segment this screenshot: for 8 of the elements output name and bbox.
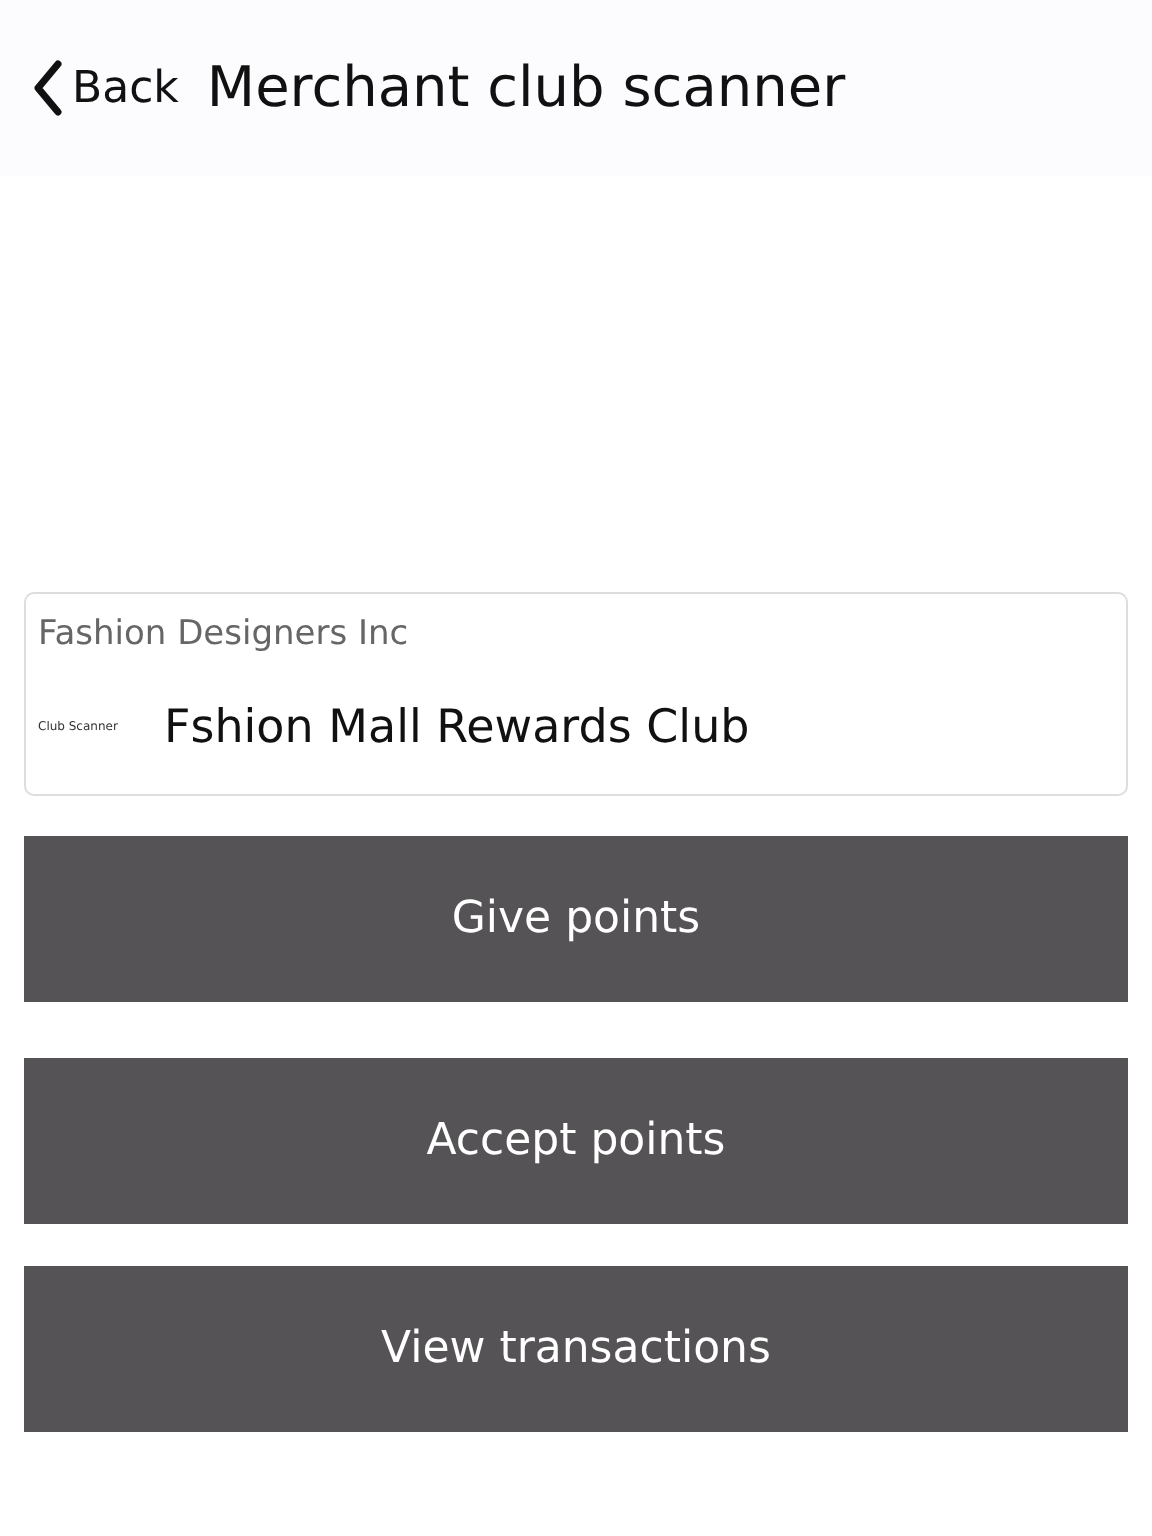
- back-button[interactable]: Back: [32, 55, 179, 121]
- club-name: Fshion Mall Rewards Club: [164, 699, 750, 757]
- action-button[interactable]: Give points: [24, 836, 1128, 1002]
- merchant-name: Fashion Designers Inc: [38, 614, 409, 654]
- action-button[interactable]: Accept points: [24, 1058, 1128, 1224]
- chevron-left-icon: [32, 60, 64, 116]
- page-title: Merchant club scanner: [206, 54, 846, 122]
- action-button[interactable]: View transactions: [24, 1266, 1128, 1432]
